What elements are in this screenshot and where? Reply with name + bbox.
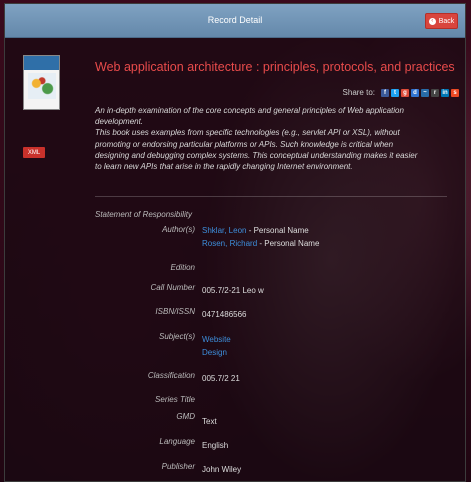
call-number-label: Call Number xyxy=(150,283,195,292)
isbn-label: ISBN/ISSN xyxy=(155,307,195,316)
authors-label: Author(s) xyxy=(162,225,195,234)
author-role: - Personal Name xyxy=(257,238,320,248)
subjects-value: Website Design xyxy=(202,334,231,359)
record-description: An in-depth examination of the core conc… xyxy=(95,105,455,172)
stumbleupon-icon[interactable]: s xyxy=(451,88,459,97)
reddit-icon[interactable]: r xyxy=(431,88,439,97)
isbn-value: 0471486566 xyxy=(202,310,247,319)
language-value: English xyxy=(202,441,229,450)
description-line: promoting or endorsing particular platfo… xyxy=(95,139,394,149)
share-bar: Share to: f t g d ~ r in s xyxy=(343,88,459,97)
language-label: Language xyxy=(159,437,195,446)
series-title-label: Series Title xyxy=(155,395,195,404)
record-title: Web application architecture : principle… xyxy=(95,60,455,74)
back-button[interactable]: ‹ Back xyxy=(425,13,458,29)
subject-link[interactable]: Website xyxy=(202,334,231,347)
author-link[interactable]: Rosen, Richard xyxy=(202,239,257,248)
back-button-label: Back xyxy=(438,17,455,25)
subject-link[interactable]: Design xyxy=(202,347,231,360)
publisher-label: Publisher xyxy=(161,462,195,471)
modal-title: Record Detail xyxy=(207,15,263,25)
call-number-value: 005.7/2-21 Leo w xyxy=(202,286,264,295)
author-link[interactable]: Shklar, Leon xyxy=(202,226,246,235)
publisher-value: John Wiley xyxy=(202,465,242,474)
author-role: - Personal Name xyxy=(246,226,309,235)
author-row: Rosen, Richard - Personal Name xyxy=(202,238,319,251)
delicious-icon[interactable]: d xyxy=(411,88,419,97)
back-arrow-icon: ‹ xyxy=(428,17,436,25)
classification-label: Classification xyxy=(147,371,195,380)
description-line: An in-depth examination of the core conc… xyxy=(95,106,404,115)
record-detail-modal: Record Detail ‹ Back XML Web application… xyxy=(4,3,466,482)
share-label: Share to: xyxy=(342,88,375,97)
subjects-label: Subject(s) xyxy=(158,332,195,341)
classification-value: 005.7/2 21 xyxy=(202,374,240,383)
digg-icon[interactable]: ~ xyxy=(421,88,429,97)
linkedin-icon[interactable]: in xyxy=(441,88,449,97)
gmd-label: GMD xyxy=(176,412,195,421)
divider xyxy=(95,196,447,197)
description-line: This book uses examples from specific te… xyxy=(95,128,400,138)
twitter-icon[interactable]: t xyxy=(391,88,399,97)
edition-label: Edition xyxy=(170,263,195,272)
authors-value: Shklar, Leon - Personal Name Rosen, Rich… xyxy=(202,225,319,250)
gmd-value: Text xyxy=(202,417,217,426)
section-label-responsibility: Statement of Responsibility xyxy=(95,210,192,219)
facebook-icon[interactable]: f xyxy=(381,88,389,97)
modal-header: Record Detail ‹ Back xyxy=(5,4,465,38)
description-line: designing and debugging complex systems.… xyxy=(95,150,418,160)
google-plus-icon[interactable]: g xyxy=(401,88,409,97)
description-line: development. xyxy=(95,117,144,127)
description-line: to learn new APIs that arise in the rapi… xyxy=(95,162,353,172)
author-row: Shklar, Leon - Personal Name xyxy=(202,225,319,238)
xml-button[interactable]: XML xyxy=(23,147,45,158)
book-cover-image xyxy=(23,55,60,110)
